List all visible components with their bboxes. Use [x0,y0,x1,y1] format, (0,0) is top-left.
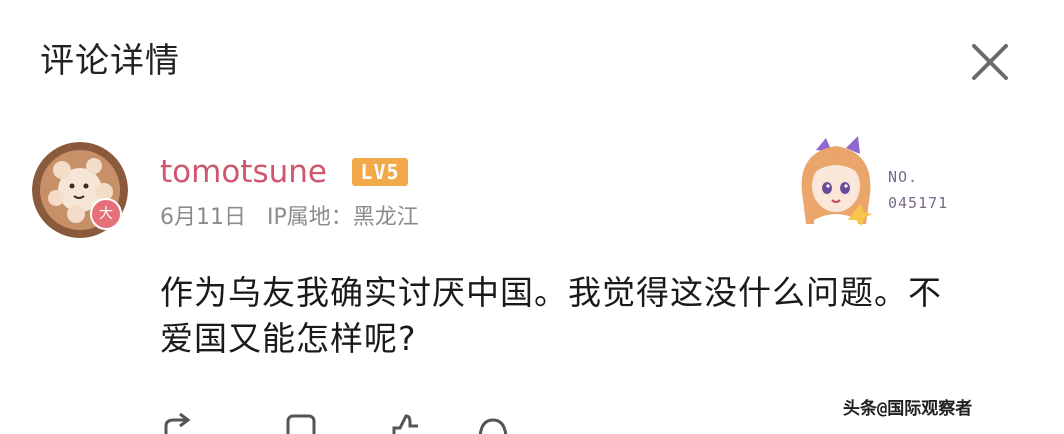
close-icon [972,44,1008,80]
ip-location: IP属地：黑龙江 [267,205,419,230]
comment-date: 6月11日 [160,205,246,230]
share-icon [164,412,191,434]
comment-actions [160,412,560,434]
share-button[interactable] [160,412,194,434]
comment-icon [286,414,316,434]
watermark: 头条@国际观察者 [843,394,1056,424]
fan-card-figure [801,136,872,228]
comment-detail-panel: 评论详情 大 tomotsune LV5 6月11日 IP属地：黑龙江 NO. … [10,0,1056,434]
reply-button[interactable] [284,412,318,434]
thumbs-up-icon [392,414,418,434]
more-button[interactable] [476,412,510,434]
comment-meta: 6月11日 IP属地：黑龙江 [160,200,433,236]
page-title: 评论详情 [40,41,180,81]
fan-card[interactable]: NO. 045171 [788,132,988,228]
username[interactable]: tomotsune [160,150,327,194]
fan-card-label: NO. [888,168,919,186]
more-icon [478,418,508,434]
like-button[interactable] [388,412,422,434]
avatar-badge: 大 [90,198,122,230]
comment-text: 作为乌友我确实讨厌中国。我觉得这没什么问题。不爱国又能怎样呢? [160,273,942,358]
fan-card-number: 045171 [888,194,949,212]
header: 评论详情 [10,0,1056,118]
close-button[interactable] [962,34,1018,90]
level-badge: LV5 [352,158,408,186]
